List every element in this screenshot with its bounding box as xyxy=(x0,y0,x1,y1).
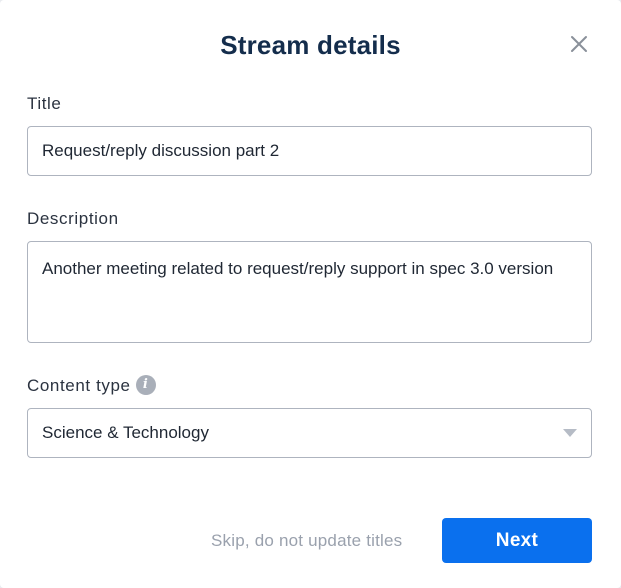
content-type-label: Content type xyxy=(27,376,131,395)
next-button[interactable]: Next xyxy=(442,518,592,563)
info-icon[interactable]: i xyxy=(135,374,156,395)
stream-details-dialog: Stream details Title Description Another… xyxy=(0,0,621,588)
skip-link[interactable]: Skip, do not update titles xyxy=(211,531,402,551)
title-input[interactable] xyxy=(27,126,592,176)
description-textarea[interactable]: Another meeting related to request/reply… xyxy=(27,241,592,343)
content-type-select[interactable]: Science & Technology xyxy=(27,408,592,458)
description-label: Description xyxy=(27,209,119,228)
dialog-title: Stream details xyxy=(220,30,401,60)
close-button[interactable] xyxy=(566,31,592,57)
title-label: Title xyxy=(27,94,62,113)
content-type-label-row: Content type i xyxy=(27,374,156,397)
chevron-down-icon xyxy=(563,429,577,437)
close-icon xyxy=(571,36,587,52)
content-type-selected-value: Science & Technology xyxy=(42,423,209,442)
